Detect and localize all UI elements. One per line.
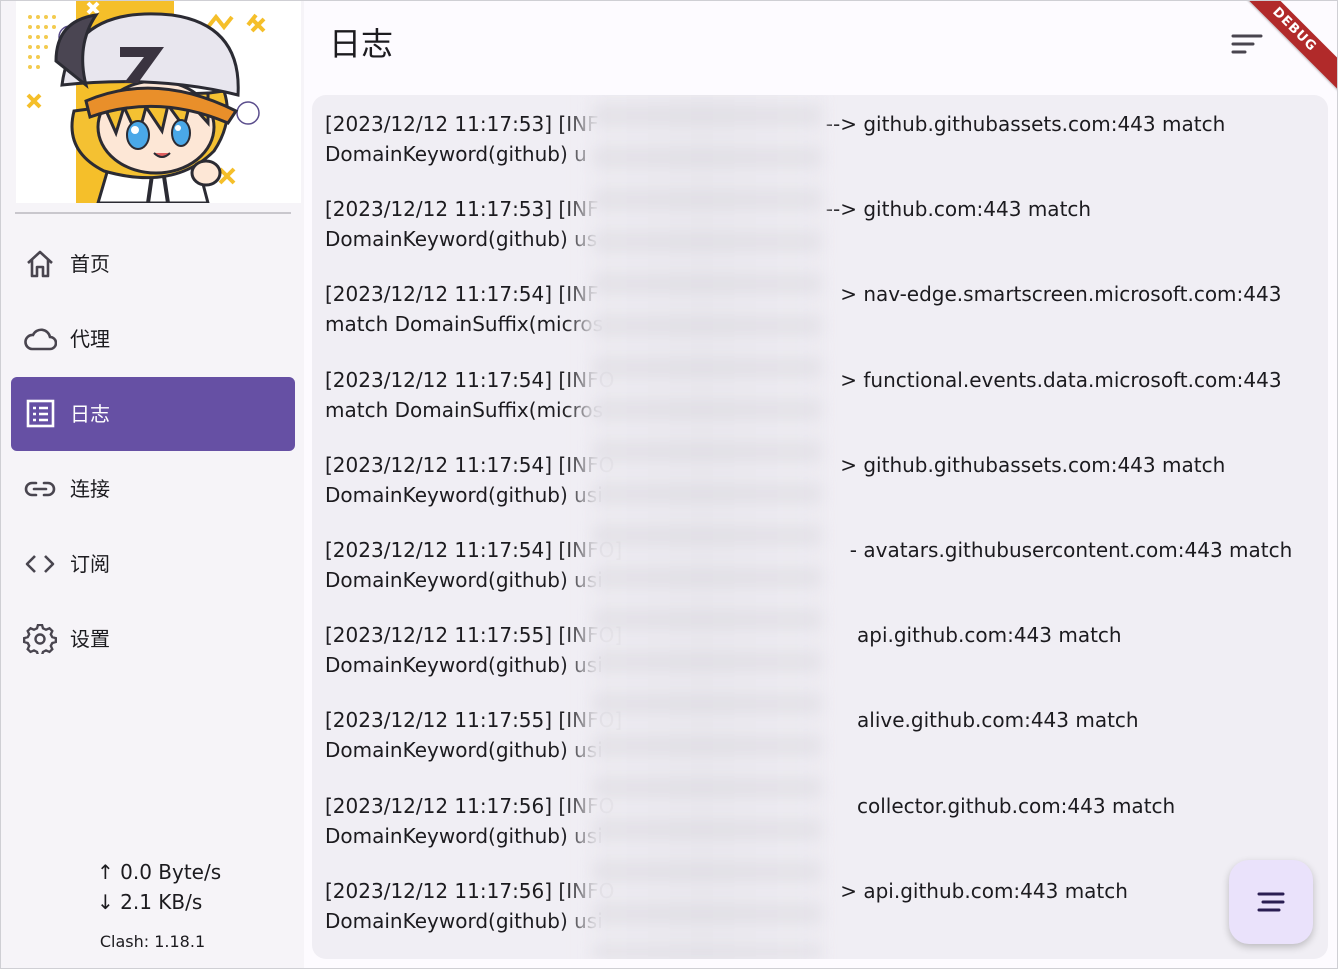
sidebar-item-label: 代理 [70, 327, 110, 351]
log-timestamp: [2023/12/12 11:17:54] [INF [325, 282, 599, 306]
log-rule: match DomainSuffix(micros [325, 398, 604, 422]
upload-speed: ↑ 0.0 Byte/s [97, 860, 222, 884]
sidebar-item-proxy[interactable]: 代理 [11, 302, 295, 376]
notes-icon [1257, 892, 1285, 912]
sidebar-item-logs[interactable]: 日志 [11, 377, 295, 451]
code-icon [23, 549, 57, 579]
log-target: > github.githubassets.com:443 match [840, 453, 1226, 477]
avatar [16, 1, 301, 203]
log-target: alive.github.com:443 match [857, 708, 1139, 732]
page-title: 日志 [329, 25, 394, 63]
sort-icon [1231, 34, 1263, 54]
log-rule: DomainKeyword(github) us [325, 227, 598, 251]
gear-icon [23, 623, 57, 657]
log-timestamp: [2023/12/12 11:17:53] [INF [325, 197, 599, 221]
sidebar-item-label: 设置 [70, 627, 110, 651]
log-rule: DomainKeyword(github) usi [325, 909, 603, 933]
home-icon [23, 249, 57, 279]
log-target: api.github.com:443 match [857, 623, 1122, 647]
filter-fab[interactable] [1229, 860, 1313, 944]
log-rule: DomainKeyword(github) usi [325, 824, 603, 848]
sidebar: 首页 代理 日志 连接 订阅 设置 ↑ 0.0 Byte/s ↓ 2.1 KB/… [1, 1, 304, 968]
log-rule: DomainKeyword(github) usi [325, 738, 603, 762]
sidebar-item-subscriptions[interactable]: 订阅 [11, 527, 295, 601]
app-window: 首页 代理 日志 连接 订阅 设置 ↑ 0.0 Byte/s ↓ 2.1 KB/… [0, 0, 1338, 969]
filter-button[interactable] [1227, 27, 1267, 63]
version-label: Clash: 1.18.1 [99, 932, 206, 951]
log-rule: match DomainSuffix(micros [325, 312, 604, 336]
log-list[interactable]: [2023/12/12 11:17:53] [INF --> github.git… [312, 95, 1328, 959]
sidebar-item-home[interactable]: 首页 [11, 227, 295, 301]
log-target: > api.github.com:443 match [840, 879, 1128, 903]
log-rule: DomainKeyword(github) usi [325, 483, 603, 507]
sidebar-item-settings[interactable]: 设置 [11, 602, 295, 676]
sidebar-item-connections[interactable]: 连接 [11, 452, 295, 526]
log-target: --> github.githubassets.com:443 match [825, 112, 1226, 136]
sidebar-item-label: 首页 [70, 252, 110, 276]
log-rule: DomainKeyword(github) usi [325, 653, 603, 677]
sidebar-item-label: 订阅 [70, 552, 110, 576]
log-target: > functional.events.data.microsoft.com:4… [840, 368, 1282, 392]
log-rule: DomainKeyword(github) usi [325, 568, 603, 592]
redaction-texture [592, 95, 822, 959]
log-target: - avatars.githubusercontent.com:443 matc… [849, 538, 1293, 562]
sidebar-item-label: 日志 [70, 402, 110, 426]
download-speed: ↓ 2.1 KB/s [97, 890, 203, 914]
mascot-illustration [26, 1, 266, 203]
log-timestamp: [2023/12/12 11:17:53] [INF [325, 112, 599, 136]
cloud-icon [23, 324, 58, 354]
list-icon [23, 399, 57, 429]
log-target: --> github.com:443 match [825, 197, 1092, 221]
link-icon [23, 474, 57, 504]
log-target: > nav-edge.smartscreen.microsoft.com:443 [840, 282, 1282, 306]
log-target: collector.github.com:443 match [857, 794, 1176, 818]
log-rule: DomainKeyword(github) u [325, 142, 587, 166]
sidebar-item-label: 连接 [70, 477, 110, 501]
sidebar-divider [15, 212, 291, 214]
